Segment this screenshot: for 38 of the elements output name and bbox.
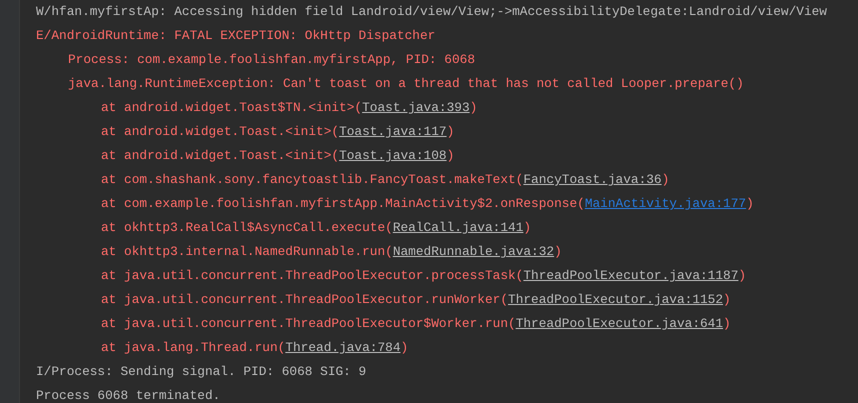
log-line: at java.util.concurrent.ThreadPoolExecutor.processTask(: [101, 267, 524, 286]
log-line: Process: com.example.foolishfan.myfirstApp, PID: 6068: [68, 51, 476, 70]
log-line: I/Process: Sending signal. PID: 6068 SIG: 9: [36, 363, 366, 382]
source-link[interactable]: Toast.java:108: [339, 146, 447, 166]
log-line: at com.shashank.sony.fancytoastlib.FancyToast.makeText(: [101, 171, 524, 190]
log-line: at com.example.foolishfan.myfirstApp.MainActivity$2.onResponse(: [101, 195, 585, 214]
source-link[interactable]: FancyToast.java:36: [523, 170, 662, 190]
log-line: ): [738, 267, 746, 286]
log-line: at okhttp3.RealCall$AsyncCall.execute(: [101, 219, 393, 238]
log-line: at android.widget.Toast$TN.<init>(: [101, 99, 362, 118]
source-link[interactable]: Toast.java:393: [362, 98, 470, 118]
source-link[interactable]: ThreadPoolExecutor.java:1187: [523, 266, 738, 286]
source-link[interactable]: Thread.java:784: [285, 338, 401, 358]
log-line: at java.lang.Thread.run(: [101, 339, 286, 358]
log-line: ): [523, 219, 532, 238]
source-link[interactable]: ThreadPoolExecutor.java:1152: [508, 290, 724, 310]
source-link[interactable]: NamedRunnable.java:32: [392, 242, 554, 262]
log-line: W/hfan.myfirstAp: Accessing hidden field Landroid/view/View;->mAccessibilityDelegate:Landroid/view/View: [36, 3, 827, 22]
source-link[interactable]: RealCall.java:141: [392, 218, 524, 238]
log-line: ): [723, 291, 731, 310]
log-line: at java.util.concurrent.ThreadPoolExecutor.runWorker(: [101, 291, 508, 310]
log-line: E/AndroidRuntime: FATAL EXCEPTION: OkHttp Dispatcher: [36, 27, 436, 46]
log-line: ): [446, 147, 454, 166]
source-link[interactable]: Toast.java:117: [339, 122, 447, 142]
log-line: ): [470, 99, 478, 118]
source-link[interactable]: ThreadPoolExecutor.java:641: [516, 314, 724, 334]
log-line: ): [662, 171, 670, 190]
log-line: at android.widget.Toast.<init>(: [101, 147, 340, 166]
log-line: at okhttp3.internal.NamedRunnable.run(: [101, 243, 393, 262]
log-line: at android.widget.Toast.<init>(: [101, 123, 340, 142]
log-line: ): [400, 339, 408, 358]
log-line: at java.util.concurrent.ThreadPoolExecutor$Worker.run(: [101, 315, 516, 334]
log-line: java.lang.RuntimeException: Can't toast on a thread that has not called Looper.prepare(): [68, 75, 744, 94]
log-line: ): [723, 315, 731, 334]
log-line: ): [746, 195, 754, 214]
log-line: ): [554, 243, 562, 262]
log-line: ): [446, 123, 454, 142]
log-line: Process 6068 terminated.: [36, 387, 220, 403]
